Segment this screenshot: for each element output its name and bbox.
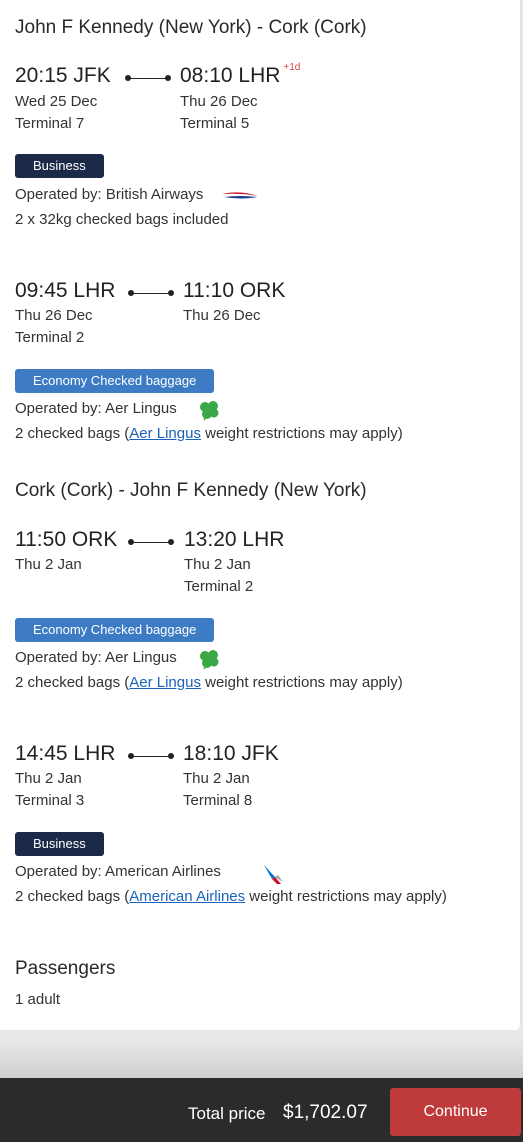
baggage-info: 2 checked bags (Aer Lingus weight restri… [15,674,403,691]
arrival-terminal: Terminal 5 [180,115,250,132]
arrival-time: 08:10 LHR +1d [180,62,301,87]
american-airlines-logo-icon [264,865,283,884]
route-line [128,290,174,298]
total-price-label: Total price [188,1104,266,1123]
departure-time: 11:50 ORK [15,528,118,551]
shamrock-icon [200,650,219,670]
arrival-time: 13:20 LHR [184,528,285,551]
operated-by: Operated by: British Airways [15,186,204,203]
footer-shadow [0,1040,523,1078]
departure-terminal: Terminal 2 [15,329,85,346]
airline-baggage-link[interactable]: Aer Lingus [129,674,201,691]
route-line [128,753,174,761]
flight-segment-ork-lhr: 11:50 ORK 13:20 LHR Thu 2 Jan Thu 2 Jan … [15,528,515,728]
arrival-terminal: Terminal 2 [184,578,254,595]
inbound-route-title: Cork (Cork) - John F Kennedy (New York) [15,480,367,501]
price-footer: Total price $1,702.07 Continue [0,1078,523,1142]
itinerary-card: John F Kennedy (New York) - Cork (Cork) … [0,0,521,1030]
airline-baggage-link[interactable]: Aer Lingus [129,425,201,442]
cabin-badge-business: Business [15,832,104,856]
cabin-badge-business: Business [15,154,104,178]
departure-time: 14:45 LHR [15,742,116,765]
arrival-date: Thu 2 Jan [183,770,250,787]
baggage-info: 2 checked bags (American Airlines weight… [15,888,447,905]
shamrock-icon [200,401,219,421]
airline-baggage-link[interactable]: American Airlines [129,888,245,905]
passengers-title: Passengers [15,958,116,979]
departure-date: Wed 25 Dec [15,93,98,110]
total-price-value: $1,702.07 [283,1102,368,1123]
operated-by: Operated by: Aer Lingus [15,649,177,666]
departure-date: Thu 2 Jan [15,556,82,573]
arrival-time: 18:10 JFK [183,742,279,765]
flight-segment-lhr-ork: 09:45 LHR 11:10 ORK Thu 26 Dec Thu 26 De… [15,279,515,479]
cabin-badge-economy: Economy Checked baggage [15,618,215,642]
cabin-badge-economy: Economy Checked baggage [15,369,215,393]
departure-date: Thu 26 Dec [15,307,93,324]
departure-time: 20:15 JFK [15,64,111,87]
arrival-terminal: Terminal 8 [183,792,253,809]
operated-by: Operated by: American Airlines [15,863,221,880]
flight-segment-lhr-jfk: 14:45 LHR 18:10 JFK Thu 2 Jan Thu 2 Jan … [15,742,515,942]
baggage-info: 2 x 32kg checked bags included [15,211,229,228]
arrival-time: 11:10 ORK [183,279,286,302]
passengers-count: 1 adult [15,991,61,1008]
route-line [125,75,171,83]
arrival-date: Thu 2 Jan [184,556,251,573]
route-line [128,539,174,547]
operated-by: Operated by: Aer Lingus [15,400,177,417]
departure-date: Thu 2 Jan [15,770,82,787]
british-airways-logo-icon [222,192,258,199]
flight-segment-jfk-lhr: 20:15 JFK 08:10 LHR +1d Wed 25 Dec Thu 26… [15,62,515,264]
plus-day-indicator: +1d [283,62,301,73]
arrival-date: Thu 26 Dec [183,307,261,324]
continue-button[interactable]: Continue [390,1088,521,1136]
baggage-info: 2 checked bags (Aer Lingus weight restri… [15,425,403,442]
departure-time: 09:45 LHR [15,279,116,302]
arrival-date: Thu 26 Dec [180,93,258,110]
departure-terminal: Terminal 3 [15,792,85,809]
outbound-route-title: John F Kennedy (New York) - Cork (Cork) [15,17,367,38]
departure-terminal: Terminal 7 [15,115,85,132]
